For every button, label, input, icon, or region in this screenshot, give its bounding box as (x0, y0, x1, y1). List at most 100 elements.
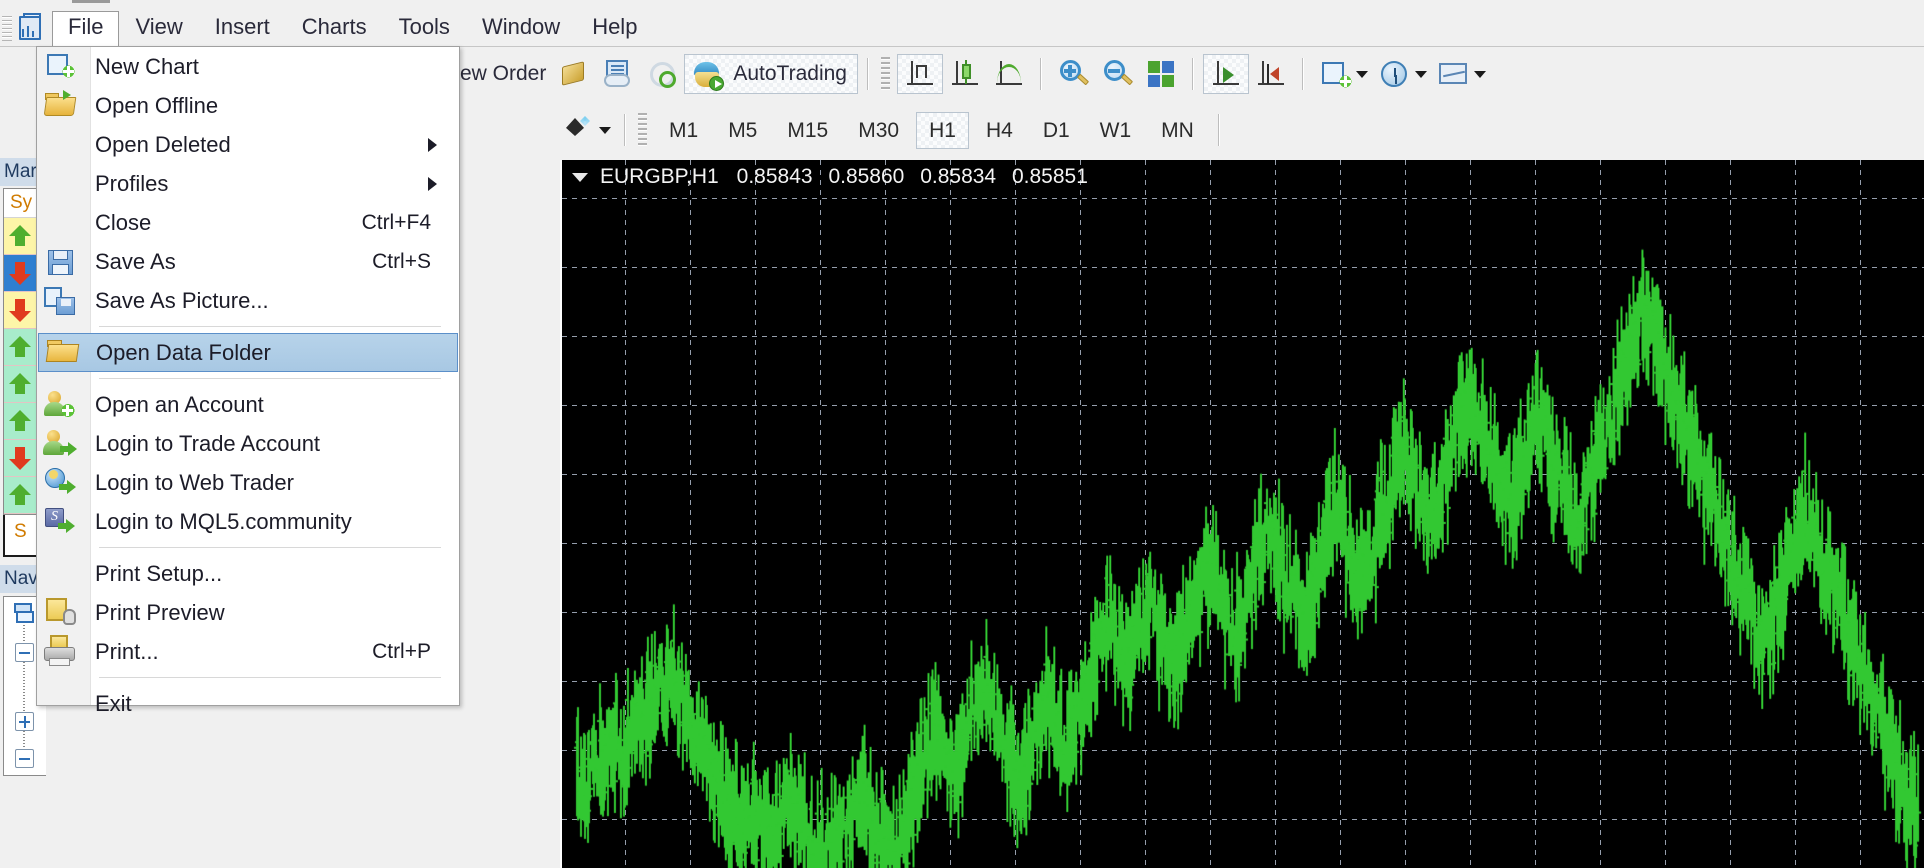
menu-item-close[interactable]: Close Ctrl+F4 (37, 203, 459, 242)
timeframe-h4[interactable]: H4 (973, 112, 1026, 149)
price-down-arrow-icon (9, 261, 31, 285)
zoom-in-icon[interactable] (1051, 54, 1095, 94)
timeframe-w1[interactable]: W1 (1087, 112, 1145, 149)
zoom-out-icon[interactable] (1095, 54, 1139, 94)
file-menu-dropdown: New Chart Open Offline Open Deleted Prof… (36, 46, 460, 716)
chart-shift-icon[interactable] (1249, 54, 1293, 94)
menu-item-label: Login to MQL5.community (95, 508, 352, 534)
ink-drop-icon[interactable] (556, 110, 615, 150)
tile-windows-icon[interactable] (1139, 54, 1183, 94)
auto-scroll-icon[interactable] (1202, 54, 1249, 94)
ohlc-open: 0.85843 (736, 165, 813, 188)
timeframe-m30[interactable]: M30 (845, 112, 912, 149)
price-up-arrow-icon (9, 335, 31, 359)
price-up-arrow-icon (9, 409, 31, 433)
menu-bar: File View Insert Charts Tools Window Hel… (0, 8, 1924, 48)
diamond-icon[interactable] (552, 54, 596, 94)
open-offline-folder-icon (37, 86, 91, 125)
menu-window[interactable]: Window (466, 11, 576, 45)
autotrading-button[interactable]: AutoTrading (684, 54, 858, 94)
period-clock-icon[interactable] (1372, 54, 1431, 94)
menu-item-print[interactable]: Print... Ctrl+P (37, 632, 459, 671)
bar-chart-icon[interactable] (896, 54, 943, 94)
menu-tools[interactable]: Tools (383, 11, 466, 45)
add-indicator-icon[interactable] (1313, 54, 1372, 94)
line-chart-icon[interactable] (987, 54, 1031, 94)
menu-item-label: Profiles (95, 170, 169, 196)
menu-item-no-icon (37, 684, 91, 723)
menu-file[interactable]: File (52, 10, 120, 46)
menu-item-open-deleted[interactable]: Open Deleted (37, 125, 459, 164)
menu-item-shortcut: Ctrl+P (372, 639, 431, 663)
timeframe-d1[interactable]: D1 (1030, 112, 1083, 149)
user-login-icon (37, 424, 91, 463)
tree-expander-minus[interactable] (15, 749, 34, 768)
charts-toolbar-grip[interactable] (880, 57, 890, 91)
menu-separator (99, 677, 441, 678)
menu-item-label: Open Deleted (95, 131, 231, 157)
menu-item-login-mql5[interactable]: Login to MQL5.community (37, 502, 459, 541)
menu-item-label: Login to Trade Account (95, 430, 321, 456)
menu-item-new-chart[interactable]: New Chart (37, 47, 459, 86)
menu-item-print-preview[interactable]: Print Preview (37, 593, 459, 632)
candlestick-chart-icon[interactable] (943, 54, 987, 94)
menu-item-exit[interactable]: Exit (37, 684, 459, 723)
new-chart-icon (37, 47, 91, 86)
timeframe-mn[interactable]: MN (1148, 112, 1207, 149)
ohlc-low: 0.85834 (920, 165, 997, 188)
timeframe-m5[interactable]: M5 (715, 112, 770, 149)
tree-expander-plus[interactable] (15, 712, 34, 731)
timeframe-h1[interactable]: H1 (916, 111, 969, 149)
periods-toolbar-grip[interactable] (638, 113, 647, 147)
menu-item-save-as[interactable]: Save As Ctrl+S (37, 242, 459, 281)
toolbar-separator (1191, 58, 1194, 90)
tree-expander-minus[interactable] (15, 643, 34, 662)
signal-icon[interactable] (640, 54, 684, 94)
price-down-arrow-icon (9, 446, 31, 470)
timeframe-m15[interactable]: M15 (774, 112, 841, 149)
ohlc-high: 0.85860 (828, 165, 905, 188)
menu-help[interactable]: Help (576, 11, 653, 45)
menu-item-login-web-trader[interactable]: Login to Web Trader (37, 463, 459, 502)
navigator-root-icon (12, 603, 38, 625)
menu-view[interactable]: View (119, 11, 198, 45)
menu-item-open-offline[interactable]: Open Offline (37, 86, 459, 125)
menu-item-open-data-folder[interactable]: Open Data Folder (38, 333, 458, 372)
chart-window-eurgbp[interactable]: EURGBP,H1 0.85843 0.85860 0.85834 0.8585… (560, 160, 1924, 868)
menu-item-open-an-account[interactable]: Open an Account (37, 385, 459, 424)
menu-item-login-trade-account[interactable]: Login to Trade Account (37, 424, 459, 463)
news-icon[interactable] (596, 54, 640, 94)
menu-item-label: Print... (95, 638, 159, 664)
folder-icon (39, 333, 92, 372)
collapse-caret-icon[interactable] (572, 172, 588, 182)
menu-item-no-icon (37, 164, 91, 203)
print-preview-icon (37, 593, 91, 632)
menubar-drag-grip[interactable] (2, 15, 12, 41)
menu-item-print-setup[interactable]: Print Setup... (37, 554, 459, 593)
save-as-picture-icon (37, 281, 91, 320)
mql5-login-icon (37, 502, 91, 541)
menu-item-label: Print Preview (95, 599, 225, 625)
timeframe-m1[interactable]: M1 (656, 112, 711, 149)
menu-item-label: Open Data Folder (96, 339, 271, 365)
menu-charts[interactable]: Charts (286, 11, 383, 45)
templates-icon[interactable] (1431, 54, 1490, 94)
toolbar-separator (1217, 114, 1220, 146)
menu-item-label: Close (95, 209, 152, 235)
menu-separator (99, 378, 441, 379)
chart-symbol-label: EURGBP,H1 (600, 165, 719, 188)
menu-item-no-icon (37, 554, 91, 593)
menu-item-shortcut: Ctrl+F4 (361, 210, 431, 234)
menu-item-no-icon (37, 125, 91, 164)
toolbar-separator (866, 58, 869, 90)
submenu-arrow-icon (428, 137, 437, 152)
tree-connector (23, 731, 25, 749)
new-order-button[interactable]: ew Order (454, 62, 552, 86)
printer-icon (37, 632, 91, 671)
chart-header: EURGBP,H1 0.85843 0.85860 0.85834 0.8585… (562, 160, 1098, 194)
menu-item-profiles[interactable]: Profiles (37, 164, 459, 203)
metatrader-logo-icon (14, 11, 48, 45)
menu-insert[interactable]: Insert (199, 11, 286, 45)
metatrader-window: File View Insert Charts Tools Window Hel… (0, 0, 1924, 868)
menu-item-save-as-picture[interactable]: Save As Picture... (37, 281, 459, 320)
